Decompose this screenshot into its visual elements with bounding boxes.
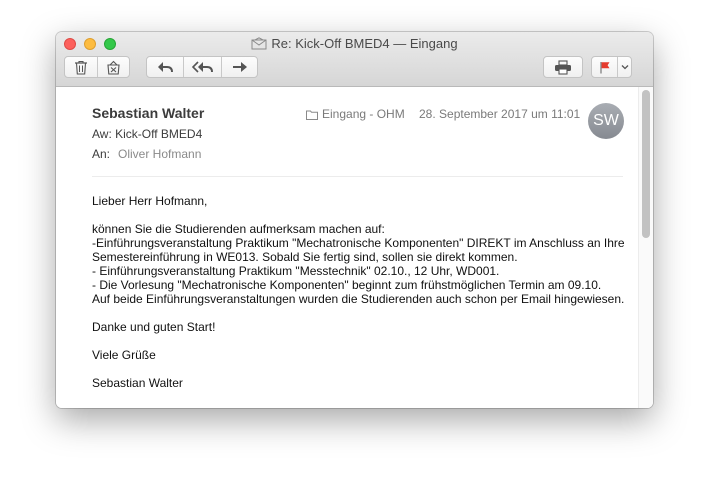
message-view: Sebastian Walter Eingang - OHM 28. Septe… bbox=[56, 87, 653, 408]
body-signature: Sebastian Walter bbox=[92, 376, 183, 390]
recipient-label: An: bbox=[92, 147, 111, 161]
mail-window: Re: Kick-Off BMED4 — Eingang Sebastian W… bbox=[56, 32, 653, 408]
message-body: Lieber Herr Hofmann, können Sie die Stud… bbox=[92, 194, 632, 390]
body-line: -Einführungsveranstaltung Praktikum "Mec… bbox=[92, 236, 625, 250]
body-line: Auf beide Einführungsveranstaltungen wur… bbox=[92, 292, 625, 306]
sender-name[interactable]: Sebastian Walter bbox=[92, 105, 204, 121]
reply-button-group bbox=[146, 56, 258, 78]
message-date: 28. September 2017 um 11:01 bbox=[419, 107, 581, 121]
envelope-icon bbox=[251, 37, 267, 50]
avatar[interactable]: SW bbox=[588, 103, 624, 139]
vertical-scrollbar[interactable] bbox=[638, 87, 653, 408]
junk-button[interactable] bbox=[97, 57, 129, 77]
flag-icon bbox=[599, 61, 609, 73]
print-icon bbox=[555, 59, 571, 75]
print-button-group bbox=[543, 56, 583, 78]
flag-menu-button[interactable] bbox=[617, 57, 631, 77]
body-line: können Sie die Studierenden aufmerksam m… bbox=[92, 222, 385, 236]
recipient-row: An: Oliver Hofmann bbox=[92, 147, 201, 161]
reply-all-icon bbox=[191, 61, 213, 73]
subject-row: Aw: Kick-Off BMED4 bbox=[92, 127, 202, 141]
forward-button[interactable] bbox=[221, 57, 257, 77]
scrollbar-thumb[interactable] bbox=[642, 90, 650, 238]
print-button[interactable] bbox=[544, 57, 582, 77]
reply-all-button[interactable] bbox=[183, 57, 221, 77]
reply-button[interactable] bbox=[147, 57, 183, 77]
mailbox-label: Eingang - OHM bbox=[306, 107, 405, 121]
body-closing: Viele Grüße bbox=[92, 348, 156, 362]
delete-button-group bbox=[64, 56, 130, 78]
body-greeting: Lieber Herr Hofmann, bbox=[92, 194, 208, 208]
recipient-name[interactable]: Oliver Hofmann bbox=[118, 147, 201, 161]
trash-icon bbox=[75, 60, 87, 75]
flag-button-group bbox=[591, 56, 632, 78]
folder-icon bbox=[306, 110, 318, 120]
body-line: - Die Vorlesung "Mechatronische Komponen… bbox=[92, 278, 602, 292]
subject: Kick-Off BMED4 bbox=[115, 127, 203, 141]
header-divider bbox=[92, 176, 623, 177]
mailbox-name: Eingang - OHM bbox=[322, 107, 405, 121]
body-thanks: Danke und guten Start! bbox=[92, 320, 216, 334]
chevron-down-icon bbox=[621, 65, 628, 70]
flag-button[interactable] bbox=[592, 57, 617, 77]
delete-button[interactable] bbox=[65, 57, 97, 77]
reply-icon bbox=[158, 62, 173, 73]
window-title: Re: Kick-Off BMED4 — Eingang bbox=[271, 36, 458, 51]
body-line: Semestereinführung in WE013. Sobald Sie … bbox=[92, 250, 518, 264]
window-title-area: Re: Kick-Off BMED4 — Eingang bbox=[56, 36, 653, 51]
forward-icon bbox=[232, 62, 247, 72]
junk-icon bbox=[107, 60, 120, 75]
body-line: - Einführungsveranstaltung Praktikum "Me… bbox=[92, 264, 500, 278]
title-bar: Re: Kick-Off BMED4 — Eingang bbox=[56, 32, 653, 87]
subject-prefix: Aw: bbox=[92, 127, 112, 141]
